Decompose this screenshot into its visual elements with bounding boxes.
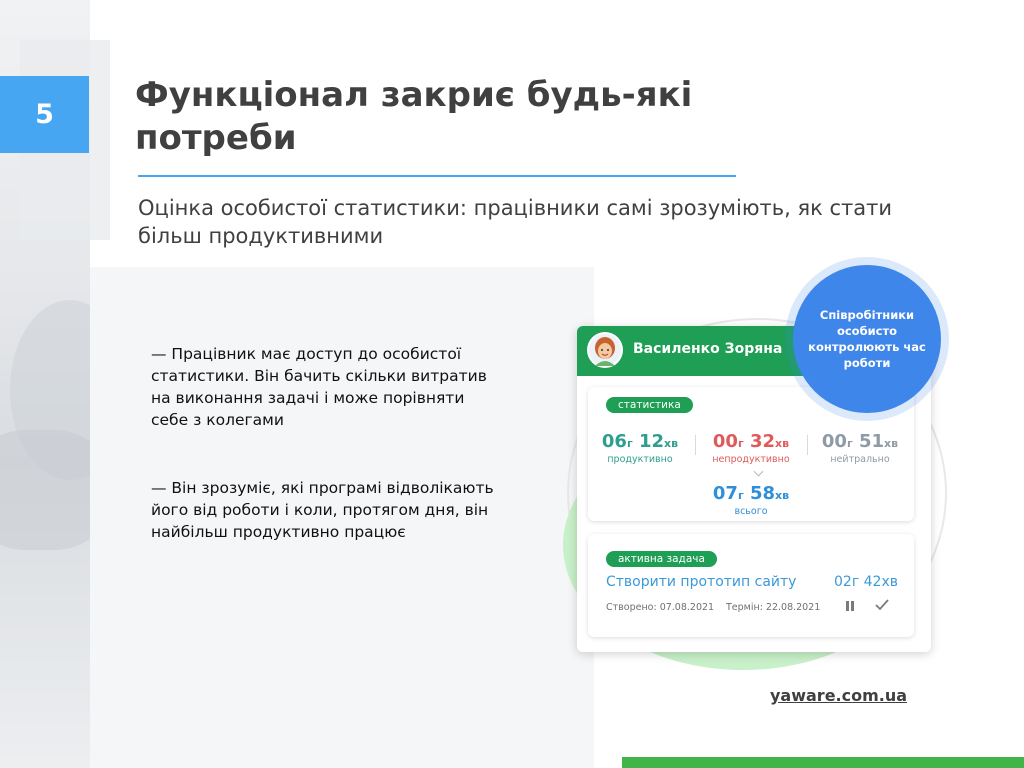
website-link[interactable]: yaware.com.ua (770, 686, 907, 705)
active-task-panel: активна задача Створити прототип сайту 0… (588, 534, 914, 637)
divider (807, 435, 808, 455)
stat-unproductive: 00г 32хв непродуктивно (706, 431, 796, 465)
pause-icon[interactable] (844, 600, 856, 612)
stat-value: 06г 12хв (601, 431, 679, 452)
statistics-label: статистика (606, 397, 693, 413)
feature-badge-text: Співробітники особисто контролюють час р… (808, 308, 926, 370)
bullet-text: — Він зрозуміє, які програмі відволікают… (151, 479, 494, 541)
stat-label: непродуктивно (712, 454, 790, 465)
user-name: Василенко Зоряна (633, 341, 783, 357)
bullet-text: — Працівник має доступ до особистої стат… (151, 345, 487, 429)
chevron-down-icon (753, 466, 764, 477)
check-icon[interactable] (874, 598, 890, 612)
stat-value: 07г 58хв (712, 483, 790, 504)
stat-total: 07г 58хв всього (708, 483, 794, 517)
stat-label: продуктивно (607, 454, 673, 465)
stat-neutral: 00г 51хв нейтрально (818, 431, 902, 465)
stat-label: нейтрально (830, 454, 890, 465)
title-divider (138, 175, 736, 177)
feature-badge: Співробітники особисто контролюють час р… (793, 265, 941, 413)
stat-productive: 06г 12хв продуктивно (600, 431, 680, 465)
bottom-accent-bar (622, 757, 1024, 768)
active-task-label: активна задача (606, 551, 717, 567)
slide-number: 5 (0, 76, 89, 153)
slide-subtitle: Оцінка особистої статистики: працівники … (138, 196, 892, 248)
slide-title: Функціонал закриє будь-які потреби (135, 75, 693, 158)
task-due-date: Термін: 22.08.2021 (726, 602, 821, 613)
task-time: 02г 42хв (834, 574, 898, 590)
stat-value: 00г 51хв (821, 431, 899, 452)
stat-label: всього (734, 506, 768, 517)
stat-value: 00г 32хв (712, 431, 790, 452)
divider (695, 435, 696, 455)
task-created-date: Створено: 07.08.2021 (606, 602, 715, 613)
avatar-icon (587, 332, 623, 368)
task-name: Створити прототип сайту (606, 574, 797, 590)
